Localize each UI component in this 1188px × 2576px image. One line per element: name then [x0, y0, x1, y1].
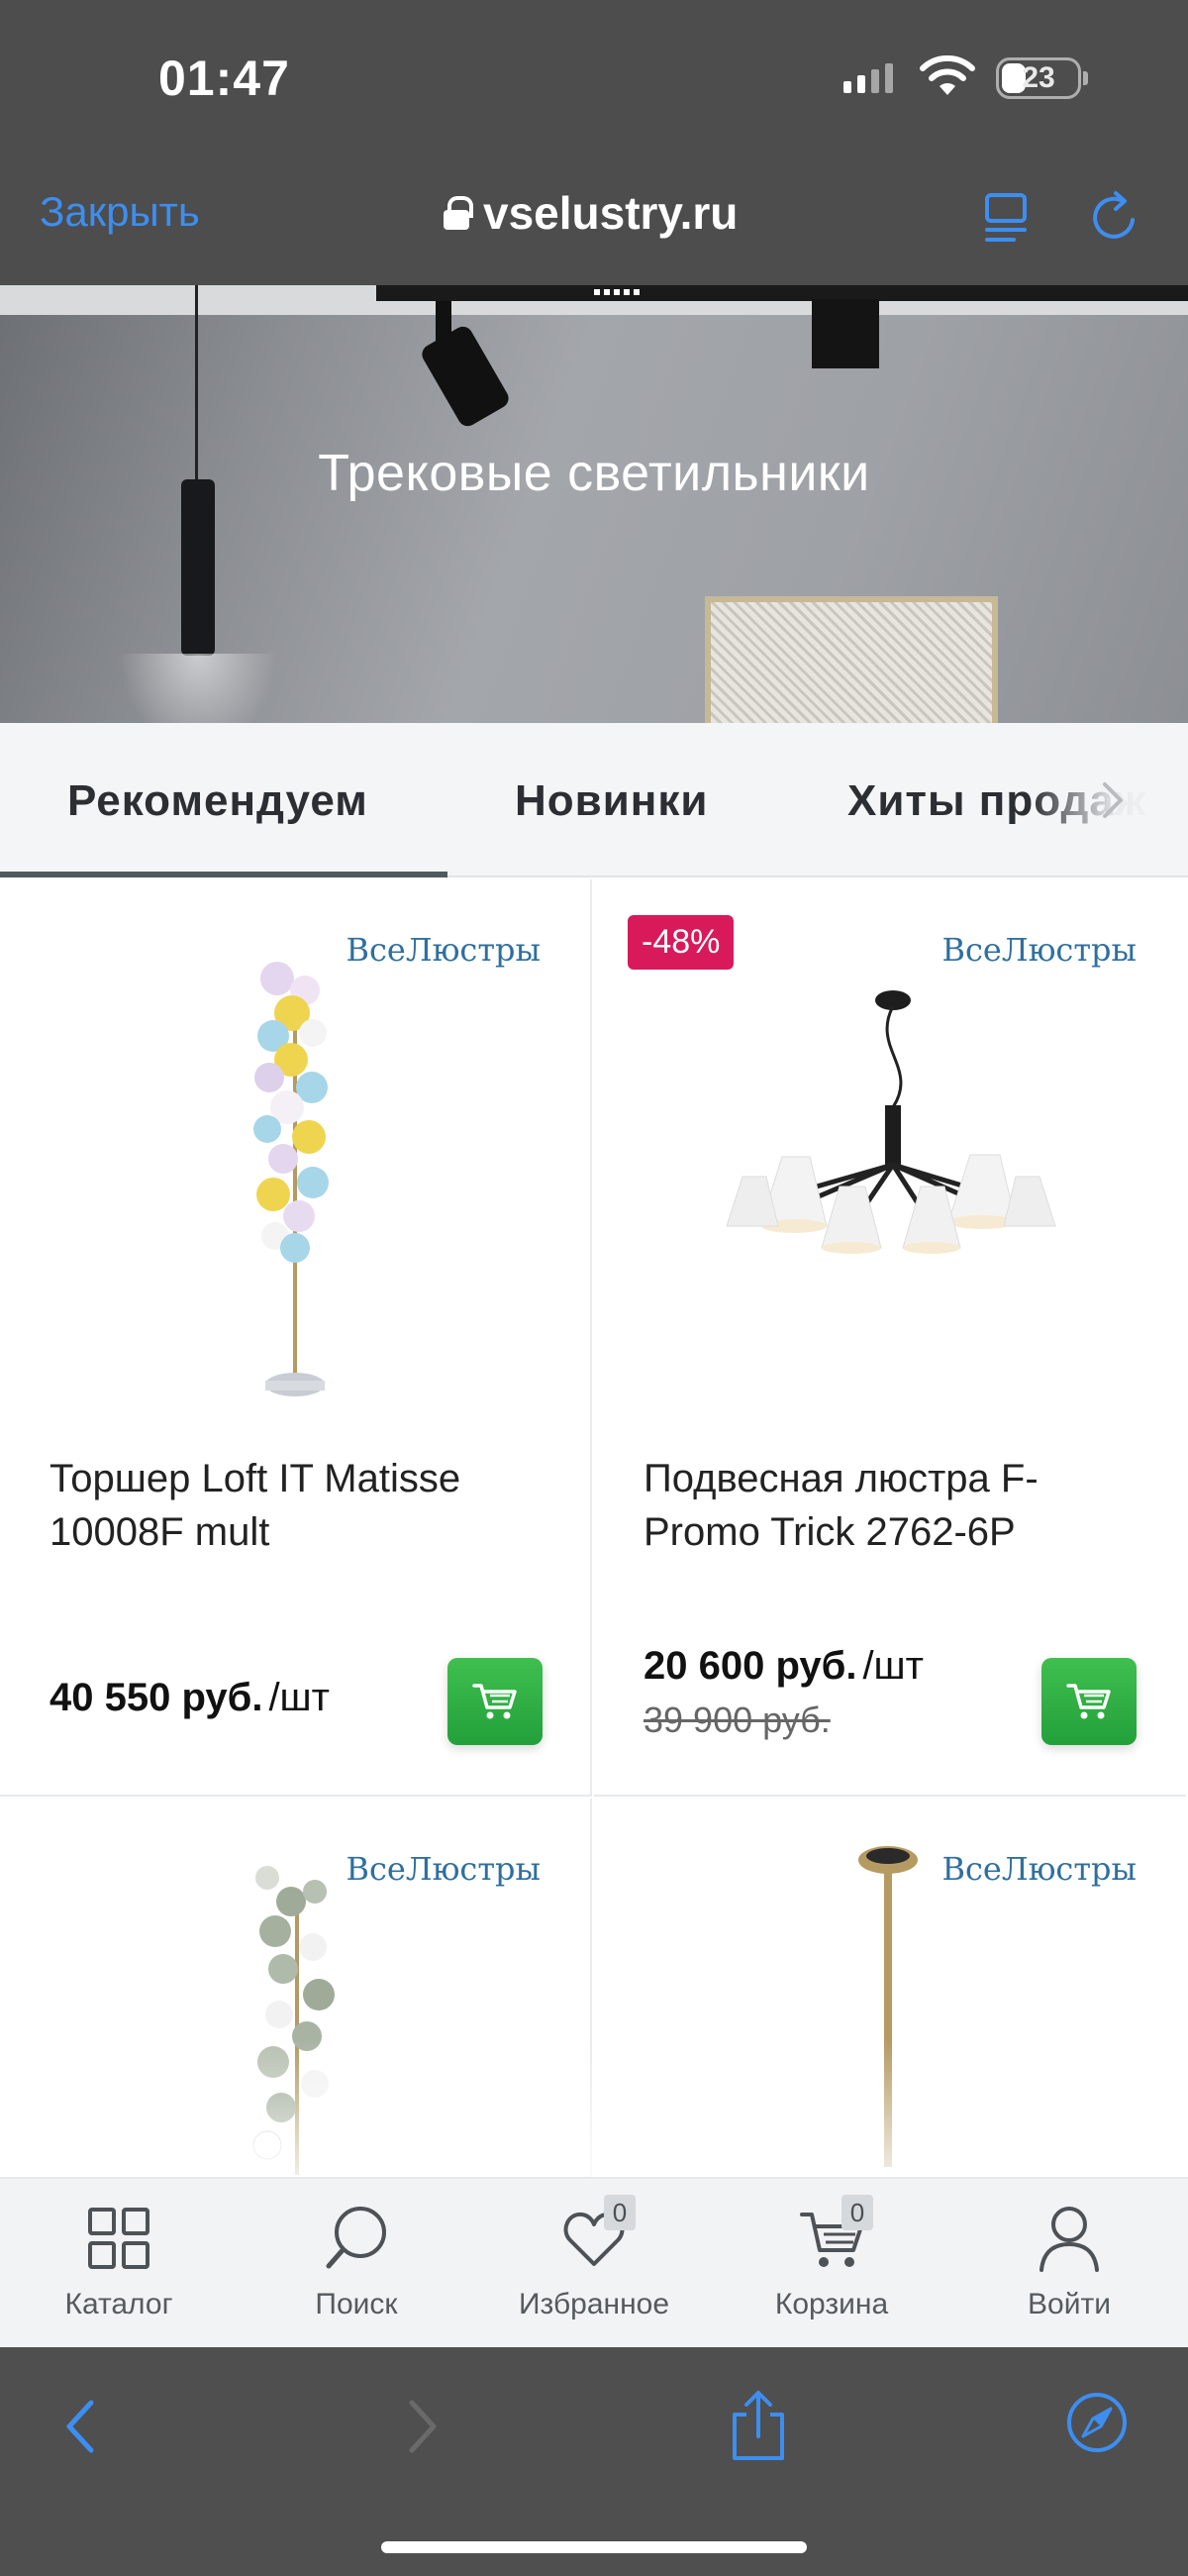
grid-icon: [88, 2208, 149, 2269]
product-image[interactable]: [218, 939, 356, 1404]
product-card[interactable]: -48% ВсеЛюстры Подвесная люстра F-Promo …: [594, 879, 1186, 1797]
nav-favorites[interactable]: 0 Избранное: [475, 2179, 713, 2349]
share-icon[interactable]: [727, 2389, 790, 2462]
brand-logo: ВсеЛюстры: [346, 931, 541, 969]
price-unit: /шт: [862, 1644, 924, 1688]
banner-light-glow: [119, 654, 277, 723]
banner-track-rail: [376, 285, 1188, 301]
cart-count: 0: [842, 2195, 873, 2230]
price-row: 40 550 руб./шт: [50, 1676, 330, 1720]
nav-label: Поиск: [315, 2288, 398, 2320]
cart-icon: [472, 1684, 517, 1719]
status-bar: 01:47 23: [0, 0, 1188, 149]
nav-label: Корзина: [774, 2288, 889, 2320]
banner-spotlight: [418, 323, 513, 430]
banner-pendant-lamp: [181, 479, 215, 656]
user-icon: [1040, 2207, 1099, 2272]
price-unit: /шт: [268, 1676, 330, 1719]
product-image[interactable]: [723, 988, 1059, 1325]
favorites-count: 0: [604, 2195, 636, 2230]
nav-label: Войти: [1028, 2288, 1111, 2320]
nav-catalog[interactable]: Каталог: [0, 2179, 238, 2349]
nav-label: Избранное: [518, 2288, 670, 2320]
cellular-signal-icon: [843, 63, 893, 93]
add-to-cart-button[interactable]: [447, 1658, 543, 1745]
compass-icon[interactable]: [1065, 2391, 1129, 2454]
category-banner: Трековые светильники: [0, 285, 1188, 723]
reload-icon[interactable]: [1089, 188, 1140, 244]
chevron-right-icon[interactable]: [1099, 778, 1127, 822]
reader-mode-icon[interactable]: [984, 192, 1028, 244]
cart-icon: [1066, 1684, 1111, 1719]
product-price: 40 550 руб.: [50, 1676, 263, 1719]
discount-badge: -48%: [628, 915, 735, 970]
price-row: 20 600 руб./шт: [644, 1644, 924, 1689]
product-name[interactable]: Торшер Loft IT Matisse 10008F mult: [50, 1452, 544, 1559]
back-icon[interactable]: [61, 2397, 97, 2456]
banner-picture-frame: [705, 596, 998, 723]
url-display[interactable]: vselustry.ru: [444, 186, 738, 240]
product-card[interactable]: ВсеЛюстры Торшер Loft IT Matisse 10008F …: [0, 879, 592, 1797]
banner-title: Трековые светильники: [318, 445, 870, 502]
banner-track-lights: [594, 289, 644, 295]
wifi-icon: [920, 55, 975, 95]
product-price: 20 600 руб.: [644, 1644, 857, 1688]
status-time: 01:47: [158, 51, 290, 106]
scroll-fade: [0, 2040, 1188, 2179]
site-bottom-nav: Каталог Поиск 0 Избранное 0 Корзина Войт…: [0, 2177, 1188, 2347]
brand-logo: ВсеЛюстры: [941, 1850, 1137, 1888]
home-indicator[interactable]: [381, 2541, 807, 2553]
tab-new[interactable]: Новинки: [515, 776, 708, 826]
product-tabs: Рекомендуем Новинки Хиты продаж: [0, 723, 1188, 877]
old-price: 39 900 руб.: [644, 1700, 831, 1740]
product-name[interactable]: Подвесная люстра F-Promo Trick 2762-6P: [644, 1452, 1138, 1559]
nav-login[interactable]: Войти: [950, 2179, 1188, 2349]
nav-label: Каталог: [64, 2288, 173, 2320]
tab-recommended[interactable]: Рекомендуем: [67, 776, 368, 826]
banner-spotlight-square: [812, 299, 879, 368]
product-grid: ВсеЛюстры Торшер Loft IT Matisse 10008F …: [0, 879, 1188, 2195]
nav-search[interactable]: Поиск: [238, 2179, 475, 2349]
active-tab-indicator: [0, 872, 447, 877]
battery-icon: 23: [996, 57, 1088, 99]
lock-icon: [444, 196, 473, 230]
nav-cart[interactable]: 0 Корзина: [713, 2179, 950, 2349]
search-icon: [326, 2207, 386, 2269]
brand-logo: ВсеЛюстры: [941, 931, 1137, 969]
battery-level: 23: [1022, 61, 1055, 94]
close-button[interactable]: Закрыть: [40, 188, 200, 236]
url-text: vselustry.ru: [483, 187, 739, 239]
brand-logo: ВсеЛюстры: [346, 1850, 541, 1888]
add-to-cart-button[interactable]: [1041, 1658, 1137, 1745]
forward-icon[interactable]: [406, 2397, 442, 2456]
